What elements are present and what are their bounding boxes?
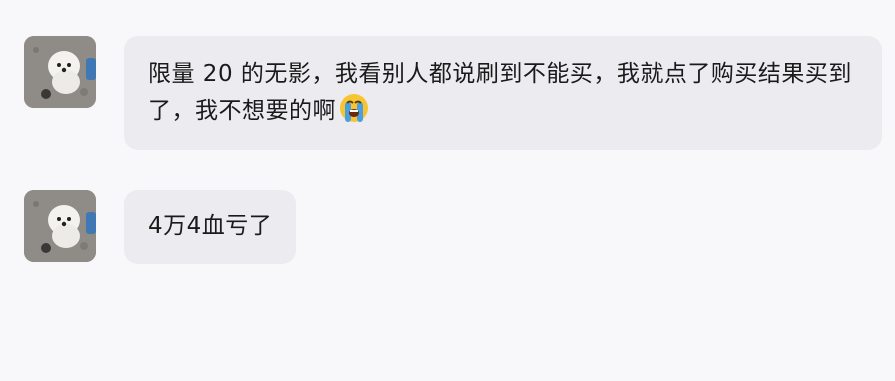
dog-photo-icon (24, 36, 96, 108)
message-text: 限量 20 的无影，我看别人都说刷到不能买，我就点了购买结果买到了，我不想要的啊 (148, 61, 852, 124)
message-row: 4万4血亏了 (24, 190, 297, 264)
avatar[interactable] (24, 36, 96, 108)
message-bubble[interactable]: 限量 20 的无影，我看别人都说刷到不能买，我就点了购买结果买到了，我不想要的啊 (124, 36, 882, 150)
chat-thread: 限量 20 的无影，我看别人都说刷到不能买，我就点了购买结果买到了，我不想要的啊 (0, 0, 895, 381)
avatar[interactable] (24, 190, 96, 262)
dog-photo-icon (24, 190, 96, 262)
message-bubble[interactable]: 4万4血亏了 (124, 190, 297, 264)
message-text: 4万4血亏了 (148, 213, 273, 239)
crying-emoji-icon (338, 92, 370, 124)
message-row: 限量 20 的无影，我看别人都说刷到不能买，我就点了购买结果买到了，我不想要的啊 (24, 36, 882, 150)
